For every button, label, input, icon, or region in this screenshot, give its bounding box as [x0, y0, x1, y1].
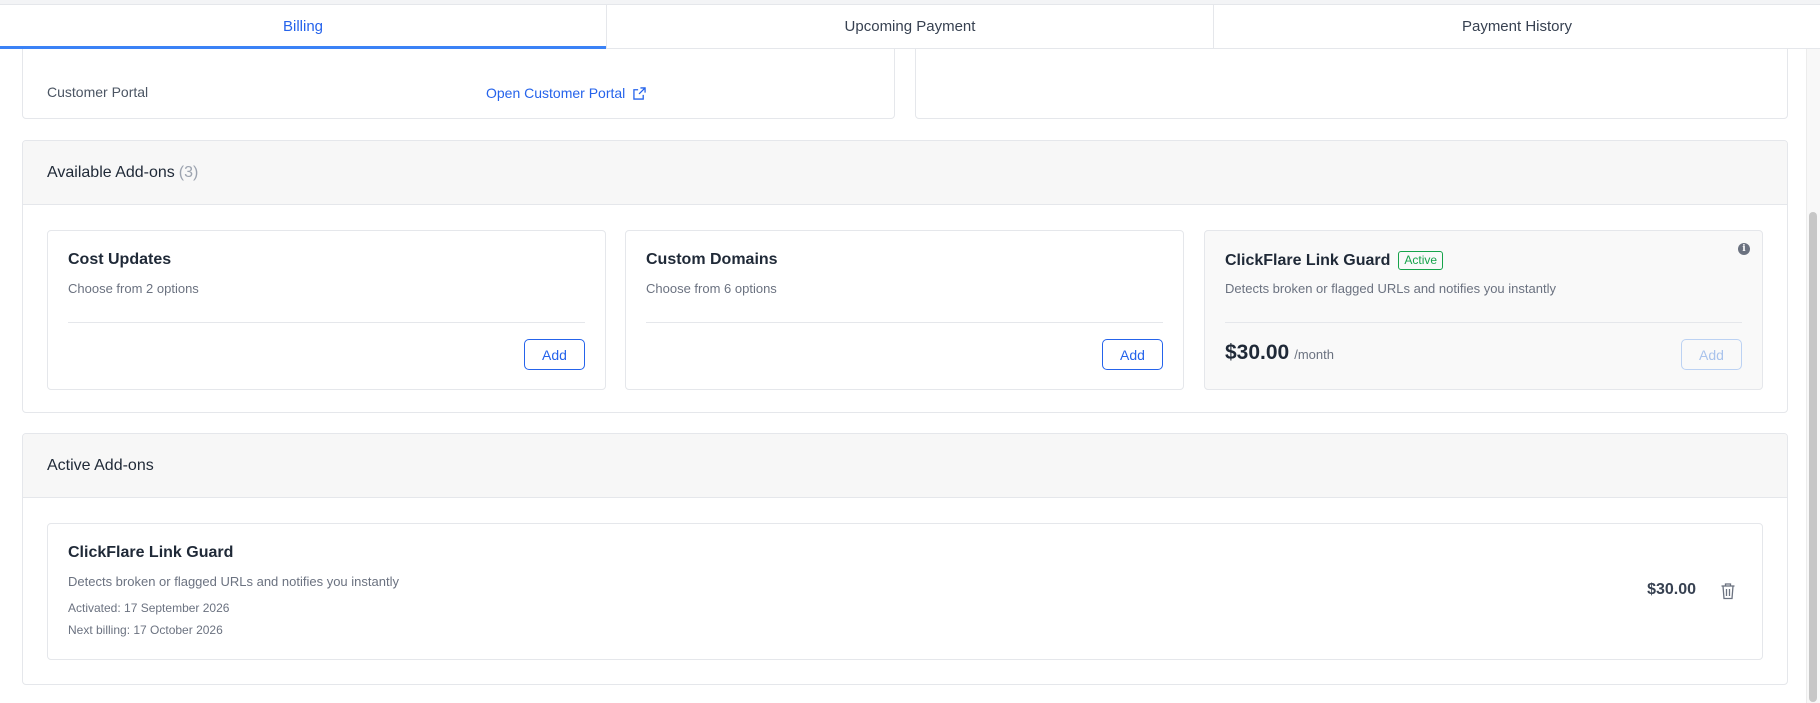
billing-content: Customer Portal Open Customer Portal Ava…: [0, 49, 1806, 703]
addon-card-custom-domains: Custom Domains Choose from 6 options Add: [625, 230, 1184, 390]
tab-upcoming-payment-label: Upcoming Payment: [844, 18, 976, 35]
active-addon-amount: $30.00: [1647, 581, 1696, 598]
addon-description: Detects broken or flagged URLs and notif…: [1225, 281, 1556, 296]
active-addons-title: Active Add-ons: [47, 456, 154, 474]
active-addon-description: Detects broken or flagged URLs and notif…: [68, 574, 399, 589]
available-addons-title: Available Add-ons: [47, 163, 175, 181]
external-link-icon: [633, 86, 647, 100]
add-link-guard-button[interactable]: Add: [1681, 339, 1742, 370]
addon-title: Cost Updates: [68, 251, 172, 268]
addon-description: Choose from 6 options: [646, 281, 777, 296]
active-addon-title: ClickFlare Link Guard: [68, 544, 234, 561]
tab-upcoming-payment[interactable]: Upcoming Payment: [607, 5, 1214, 48]
available-addons-header: Available Add-ons (3): [23, 141, 1787, 205]
add-cost-updates-button[interactable]: Add: [524, 339, 585, 370]
addon-title-row: ClickFlare Link Guard Active: [1225, 251, 1444, 270]
activated-date: Activated: 17 September 2026: [68, 601, 230, 615]
tab-bar: Billing Upcoming Payment Payment History: [0, 4, 1820, 49]
next-billing-date: Next billing: 17 October 2026: [68, 623, 223, 637]
divider: [646, 322, 1163, 323]
price-period: /month: [1294, 347, 1334, 362]
billing-summary-card: [915, 49, 1788, 119]
available-addons-panel: Available Add-ons (3) Cost Updates Choos…: [22, 140, 1788, 413]
trash-icon[interactable]: [1720, 582, 1736, 600]
divider: [68, 322, 585, 323]
price-amount: $30.00: [1225, 341, 1290, 364]
active-addons-header: Active Add-ons: [23, 434, 1787, 498]
addon-card-cost-updates: Cost Updates Choose from 2 options Add: [47, 230, 606, 390]
open-customer-portal-link[interactable]: Open Customer Portal: [486, 85, 647, 101]
customer-portal-card: Customer Portal Open Customer Portal: [22, 49, 895, 119]
active-addon-item: ClickFlare Link Guard Detects broken or …: [47, 523, 1763, 660]
divider: [1225, 322, 1742, 323]
scrollbar-thumb[interactable]: [1809, 212, 1817, 702]
tab-billing[interactable]: Billing: [0, 5, 607, 49]
open-customer-portal-text: Open Customer Portal: [486, 85, 626, 101]
tab-payment-history-label: Payment History: [1461, 18, 1573, 35]
available-addons-count: (3): [178, 163, 199, 181]
addon-title: ClickFlare Link Guard: [1225, 251, 1391, 269]
tab-payment-history[interactable]: Payment History: [1214, 5, 1820, 48]
addon-title: Custom Domains: [646, 251, 778, 268]
tab-billing-label: Billing: [282, 18, 324, 35]
addon-card-link-guard: ClickFlare Link Guard Active i Detects b…: [1204, 230, 1763, 390]
addon-price: $30.00 /month: [1225, 341, 1334, 365]
addon-description: Choose from 2 options: [68, 281, 199, 296]
active-addons-panel: Active Add-ons ClickFlare Link Guard Det…: [22, 433, 1788, 685]
customer-portal-label: Customer Portal: [47, 84, 149, 100]
vertical-scrollbar[interactable]: [1806, 49, 1820, 703]
info-icon[interactable]: i: [1738, 243, 1750, 255]
add-custom-domains-button[interactable]: Add: [1102, 339, 1163, 370]
active-badge: Active: [1398, 251, 1444, 270]
